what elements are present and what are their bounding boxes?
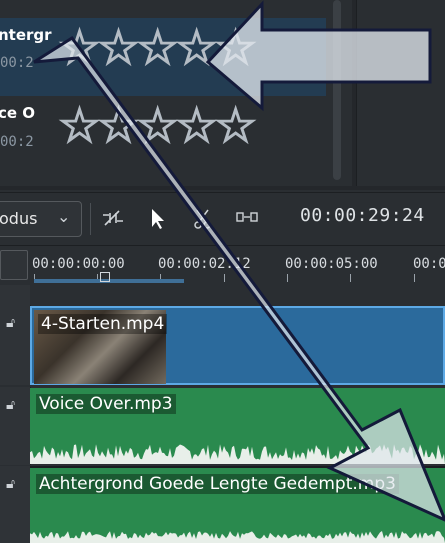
clip-row-voice-over[interactable]: ce O 00:2 ☆☆☆☆☆ bbox=[0, 98, 326, 176]
ruler-tick bbox=[287, 274, 288, 282]
clip-label: 4-Starten.mp4 bbox=[38, 314, 168, 334]
ruler-tick bbox=[224, 274, 225, 282]
slip-tool-icon[interactable] bbox=[234, 207, 260, 231]
audio-waveform bbox=[30, 444, 445, 464]
timeline-ruler[interactable]: 00:00:00:00 00:00:02:12 00:00:05:00 00:0 bbox=[0, 245, 445, 284]
ruler-label: 00:00:05:00 bbox=[285, 256, 378, 272]
audio-waveform bbox=[30, 531, 445, 543]
ruler-tick bbox=[350, 274, 351, 282]
clip-list: ntergr 00:2 ☆☆☆☆☆ ce O 00:2 ☆☆☆☆☆ bbox=[0, 0, 352, 186]
clip-name: ce O bbox=[0, 104, 36, 122]
ruler-tick bbox=[414, 274, 415, 282]
scrollbar[interactable] bbox=[330, 0, 344, 186]
timeline-toolbar: odus ⌄ 00:00:29:24 bbox=[0, 192, 445, 245]
track-gap bbox=[30, 285, 445, 305]
razor-tool-icon[interactable] bbox=[190, 207, 216, 231]
video-clip[interactable]: 4-Starten.mp4 bbox=[30, 306, 445, 385]
toolbar-separator bbox=[90, 203, 91, 235]
waveform-shape bbox=[30, 444, 445, 464]
clip-label: Voice Over.mp3 bbox=[36, 394, 176, 414]
lock-icon[interactable]: 🔓︎ bbox=[6, 476, 15, 492]
clip-name: ntergr bbox=[0, 26, 52, 44]
waveform-shape bbox=[30, 531, 445, 543]
side-panel bbox=[356, 0, 445, 186]
track-header-video[interactable]: 🔓︎ bbox=[0, 285, 31, 385]
clip-duration: 00:2 bbox=[0, 55, 34, 71]
track-header-audio-1[interactable]: 🔓︎ bbox=[0, 387, 31, 465]
clip-label: Achtergrond Goede Lengte Gedempt.mp3 bbox=[36, 474, 399, 494]
ruler-label: 00:00:02:12 bbox=[158, 256, 251, 272]
scrollbar-thumb[interactable] bbox=[333, 0, 341, 180]
ruler-corner-button[interactable] bbox=[0, 250, 28, 280]
rating-stars[interactable]: ☆☆☆☆☆ bbox=[57, 101, 258, 151]
rating-stars[interactable]: ☆☆☆☆☆ bbox=[57, 23, 258, 73]
lock-icon[interactable]: 🔓︎ bbox=[6, 315, 15, 331]
ruler-label: 00:00:00:00 bbox=[32, 256, 125, 272]
audio-clip-voice-over[interactable]: Voice Over.mp3 bbox=[30, 388, 445, 464]
edit-mode-label: odus bbox=[0, 209, 38, 228]
timecode-display: 00:00:29:24 bbox=[300, 205, 425, 226]
spacer-tool-icon[interactable] bbox=[100, 207, 126, 231]
edit-mode-select[interactable]: odus ⌄ bbox=[0, 201, 82, 237]
project-bin-panel: ntergr 00:2 ☆☆☆☆☆ ce O 00:2 ☆☆☆☆☆ bbox=[0, 0, 445, 190]
select-tool-icon[interactable] bbox=[144, 207, 170, 231]
playhead-handle[interactable] bbox=[100, 272, 110, 282]
clip-row-achtergrond[interactable]: ntergr 00:2 ☆☆☆☆☆ bbox=[0, 18, 326, 96]
audio-clip-background[interactable]: Achtergrond Goede Lengte Gedempt.mp3 bbox=[30, 466, 445, 543]
track-header-audio-2[interactable]: 🔓︎ bbox=[0, 466, 31, 543]
lock-icon[interactable]: 🔓︎ bbox=[6, 397, 15, 413]
ruler-label: 00:0 bbox=[413, 256, 445, 272]
chevron-down-icon: ⌄ bbox=[57, 207, 71, 226]
clip-duration: 00:2 bbox=[0, 134, 34, 150]
